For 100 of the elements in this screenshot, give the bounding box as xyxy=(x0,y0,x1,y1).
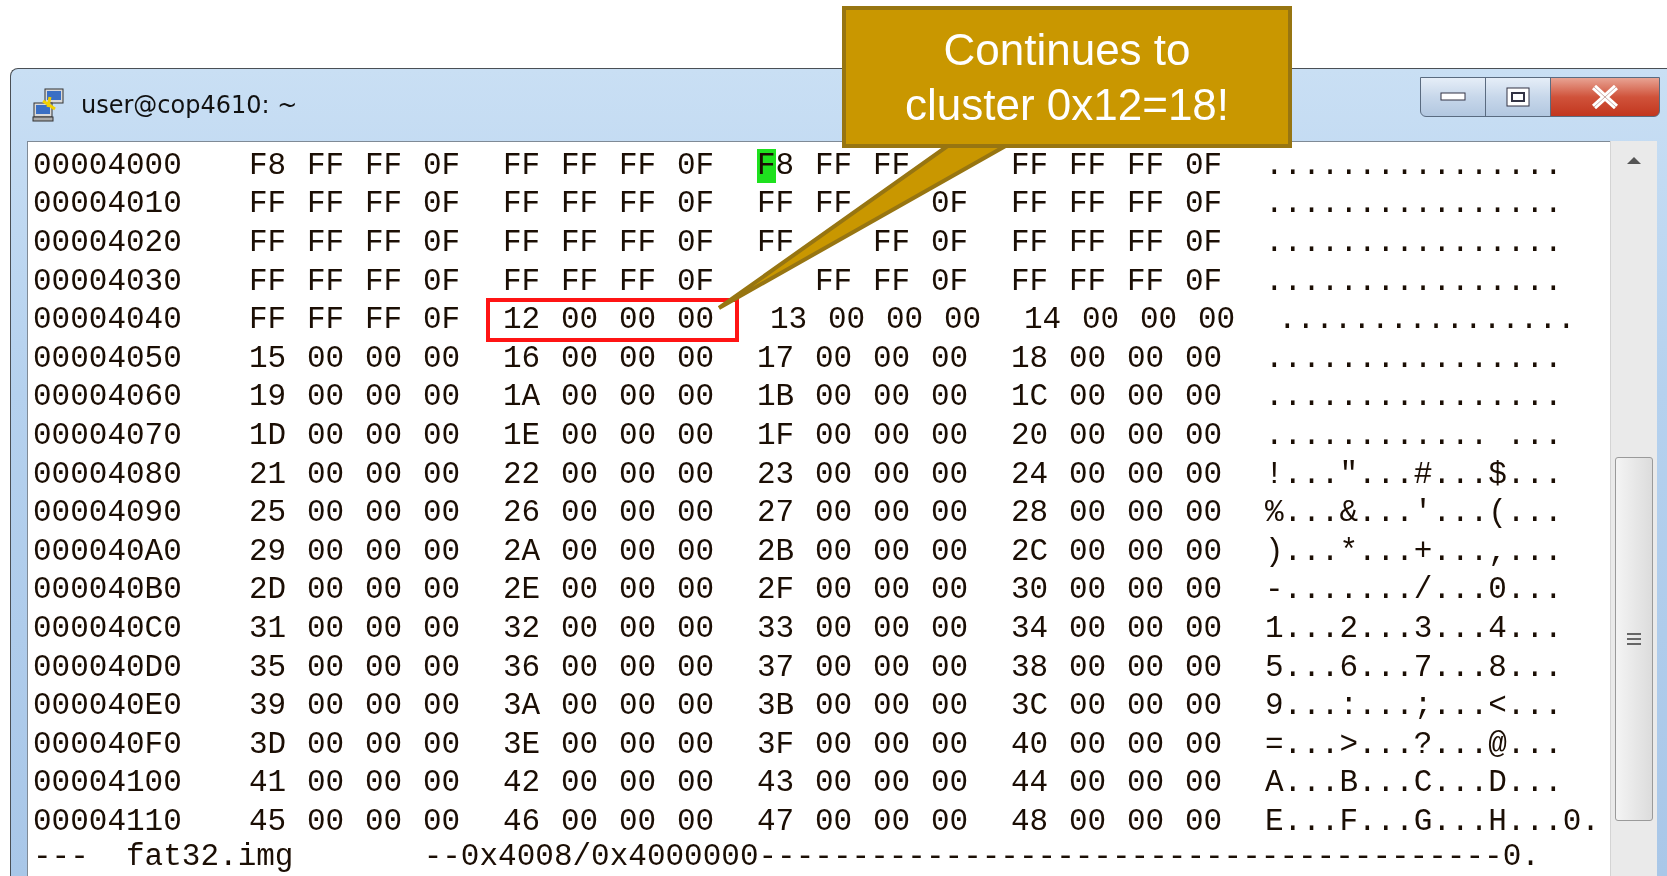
hex-byte: 00 xyxy=(423,726,461,762)
hex-byte: 00 xyxy=(677,456,715,492)
ascii-text: =...>...?...@... xyxy=(1265,726,1563,762)
hex-byte: 40 xyxy=(1011,726,1049,762)
hex-byte: FF xyxy=(307,302,345,338)
hex-byte: FF xyxy=(619,186,657,222)
row-offset: 000040A0 xyxy=(33,533,183,569)
maximize-button[interactable] xyxy=(1485,77,1551,117)
hex-byte: 00 xyxy=(1185,533,1223,569)
hex-byte: FF xyxy=(1127,186,1165,222)
hex-byte: FF xyxy=(307,147,345,183)
minimize-icon xyxy=(1440,92,1466,102)
scrollbar-thumb[interactable] xyxy=(1615,457,1653,821)
hex-byte: 00 xyxy=(423,765,461,801)
hex-byte: 00 xyxy=(619,726,657,762)
hex-byte: 13 xyxy=(770,302,808,338)
hex-byte: 00 xyxy=(1069,340,1107,376)
hex-byte: FF xyxy=(815,147,853,183)
hex-byte: 00 xyxy=(619,340,657,376)
hex-byte: FF xyxy=(561,186,599,222)
hex-byte: 48 xyxy=(1011,803,1049,839)
hex-byte: 2A xyxy=(503,533,541,569)
hex-byte: 00 xyxy=(931,417,969,453)
hex-byte: 00 xyxy=(815,803,853,839)
hex-byte: 00 xyxy=(423,417,461,453)
hex-byte: FF xyxy=(1069,186,1107,222)
hex-byte: 00 xyxy=(1185,495,1223,531)
ascii-text: ................ xyxy=(1265,263,1563,299)
hex-byte: 00 xyxy=(815,765,853,801)
hex-byte: 29 xyxy=(249,533,287,569)
hex-byte: 00 xyxy=(931,688,969,724)
hex-byte: FF xyxy=(757,225,795,260)
scrollbar[interactable] xyxy=(1610,141,1657,876)
ascii-text: A...B...C...D... xyxy=(1265,765,1563,801)
ascii-text: ................ xyxy=(1265,186,1563,222)
hex-byte: 00 xyxy=(873,649,911,685)
up-arrow-icon[interactable] xyxy=(1626,155,1642,165)
hex-byte: 00 xyxy=(677,649,715,685)
hex-byte: 00 xyxy=(873,688,911,724)
hex-byte: 00 xyxy=(365,417,403,453)
hex-byte: 28 xyxy=(1011,495,1049,531)
ascii-text: ................ xyxy=(1265,147,1563,183)
hex-byte: 00 xyxy=(931,533,969,569)
row-offset: 00004000 xyxy=(33,147,183,183)
hex-byte: 00 xyxy=(677,765,715,801)
hex-byte: 25 xyxy=(249,495,287,531)
row-offset: 00004060 xyxy=(33,379,183,415)
hex-byte: FF xyxy=(1069,263,1107,299)
row-offset: 00004010 xyxy=(33,186,183,222)
hex-byte: 00 xyxy=(423,649,461,685)
hex-byte: FF xyxy=(503,147,541,183)
hex-byte: 2D xyxy=(249,572,287,608)
hex-byte: 00 xyxy=(423,688,461,724)
hex-byte: F8 xyxy=(757,147,795,183)
hex-byte: 00 xyxy=(677,340,715,376)
hex-byte: 00 xyxy=(1185,340,1223,376)
hex-byte: 00 xyxy=(1069,610,1107,646)
hex-byte: FF xyxy=(307,263,345,299)
hex-byte: 00 xyxy=(307,572,345,608)
hex-byte: 00 xyxy=(365,340,403,376)
hex-byte: 00 xyxy=(873,765,911,801)
hex-byte: 00 xyxy=(873,803,911,839)
hex-byte: 00 xyxy=(1127,572,1165,608)
row-offset: 00004050 xyxy=(33,340,183,376)
hex-byte: 00 xyxy=(423,379,461,415)
hex-byte: 46 xyxy=(503,803,541,839)
hex-byte: 00 xyxy=(1127,379,1165,415)
ascii-text: ................ xyxy=(1265,340,1563,376)
hex-byte: 00 xyxy=(365,456,403,492)
hex-byte: 00 xyxy=(619,765,657,801)
hex-byte: 0F xyxy=(677,225,715,260)
hex-byte: 00 xyxy=(1127,533,1165,569)
hex-byte: 00 xyxy=(619,610,657,646)
close-button[interactable] xyxy=(1550,77,1660,117)
ascii-text: %...&...'...(... xyxy=(1265,495,1563,531)
ascii-text: ................ xyxy=(1278,302,1576,338)
hex-byte: 00 xyxy=(561,688,599,724)
hex-byte: 00 xyxy=(815,649,853,685)
hex-byte: 00 xyxy=(561,803,599,839)
row-offset: 00004030 xyxy=(33,263,183,299)
hex-byte: 00 xyxy=(1069,572,1107,608)
hex-byte: 00 xyxy=(931,340,969,376)
hex-byte: 47 xyxy=(757,803,795,839)
hex-byte: 00 xyxy=(423,495,461,531)
row-offset: 00004110 xyxy=(33,803,183,839)
hex-byte: FF xyxy=(365,147,403,183)
hex-byte: 00 xyxy=(561,649,599,685)
minimize-button[interactable] xyxy=(1420,77,1486,117)
hex-byte: 00 xyxy=(365,379,403,415)
row-offset: 000040C0 xyxy=(33,610,183,646)
hex-byte: 00 xyxy=(619,495,657,531)
hex-byte: 2B xyxy=(757,533,795,569)
hex-byte: 00 xyxy=(873,610,911,646)
hex-byte: 00 xyxy=(815,726,853,762)
hex-byte: 00 xyxy=(561,765,599,801)
hex-byte: 00 xyxy=(1127,726,1165,762)
hex-byte: 2F xyxy=(757,572,795,608)
hex-byte: 21 xyxy=(249,456,287,492)
hex-byte: FF xyxy=(365,186,403,222)
hex-byte: F8 xyxy=(249,147,287,183)
